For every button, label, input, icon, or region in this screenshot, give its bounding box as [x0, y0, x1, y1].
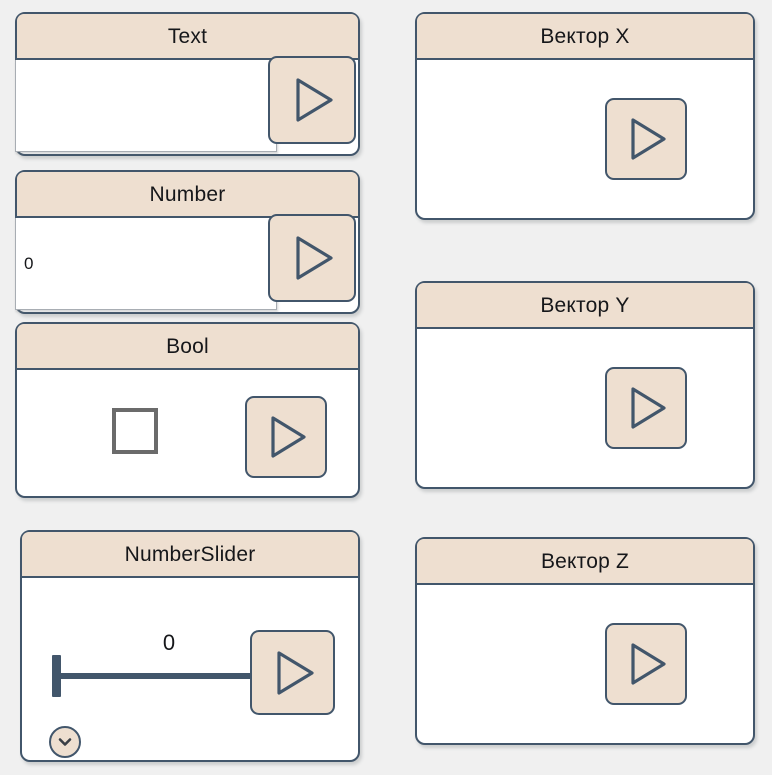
slider-handle[interactable]	[52, 655, 61, 697]
play-icon	[624, 640, 668, 688]
panel-text[interactable]: Text	[15, 12, 360, 156]
play-icon	[624, 115, 668, 163]
panel-vector-x[interactable]: Вектор X	[415, 12, 755, 220]
panel-bool-header: Bool	[17, 324, 358, 370]
vector-y-run-button[interactable]	[605, 367, 687, 449]
panel-bool[interactable]: Bool	[15, 322, 360, 498]
panel-vector-y[interactable]: Вектор Y	[415, 281, 755, 489]
panel-vector-x-header: Вектор X	[417, 14, 753, 60]
panel-text-title: Text	[167, 24, 208, 48]
panel-number-slider-body: 0	[22, 578, 358, 760]
panel-number-slider-header: NumberSlider	[22, 532, 358, 578]
panel-vector-x-title: Вектор X	[540, 24, 630, 48]
node-canvas: Text Number 0 Bool NumberSlider 0 Вектор…	[0, 0, 772, 775]
text-input[interactable]	[15, 60, 277, 152]
panel-vector-y-header: Вектор Y	[417, 283, 753, 329]
panel-text-header: Text	[17, 14, 358, 60]
panel-number-title: Number	[149, 182, 226, 206]
panel-vector-z[interactable]: Вектор Z	[415, 537, 755, 745]
number-input-value: 0	[24, 253, 34, 273]
panel-bool-body	[17, 370, 358, 496]
panel-vector-z-body	[417, 585, 753, 743]
play-icon	[264, 413, 308, 461]
panel-vector-z-header: Вектор Z	[417, 539, 753, 585]
slider-value-label: 0	[162, 630, 176, 655]
vector-x-run-button[interactable]	[605, 98, 687, 180]
text-run-button[interactable]	[268, 56, 356, 144]
panel-number-slider-title: NumberSlider	[124, 542, 256, 566]
panel-vector-x-body	[417, 60, 753, 218]
bool-checkbox[interactable]	[112, 408, 158, 454]
panel-vector-z-title: Вектор Z	[540, 549, 630, 573]
play-icon	[289, 233, 335, 283]
panel-number-slider[interactable]: NumberSlider 0	[20, 530, 360, 762]
panel-number[interactable]: Number 0	[15, 170, 360, 314]
panel-bool-title: Bool	[166, 334, 209, 358]
bool-run-button[interactable]	[245, 396, 327, 478]
vector-z-run-button[interactable]	[605, 623, 687, 705]
slider-expand-button[interactable]	[49, 726, 81, 758]
number-run-button[interactable]	[268, 214, 356, 302]
play-icon	[289, 75, 335, 125]
panel-vector-y-body	[417, 329, 753, 487]
chevron-down-icon	[57, 736, 73, 748]
panel-number-header: Number	[17, 172, 358, 218]
slider-run-button[interactable]	[250, 630, 335, 715]
number-input[interactable]: 0	[15, 218, 277, 310]
panel-text-body	[15, 56, 358, 154]
panel-number-body: 0	[15, 214, 358, 312]
play-icon	[270, 648, 316, 698]
panel-vector-y-title: Вектор Y	[540, 293, 630, 317]
play-icon	[624, 384, 668, 432]
